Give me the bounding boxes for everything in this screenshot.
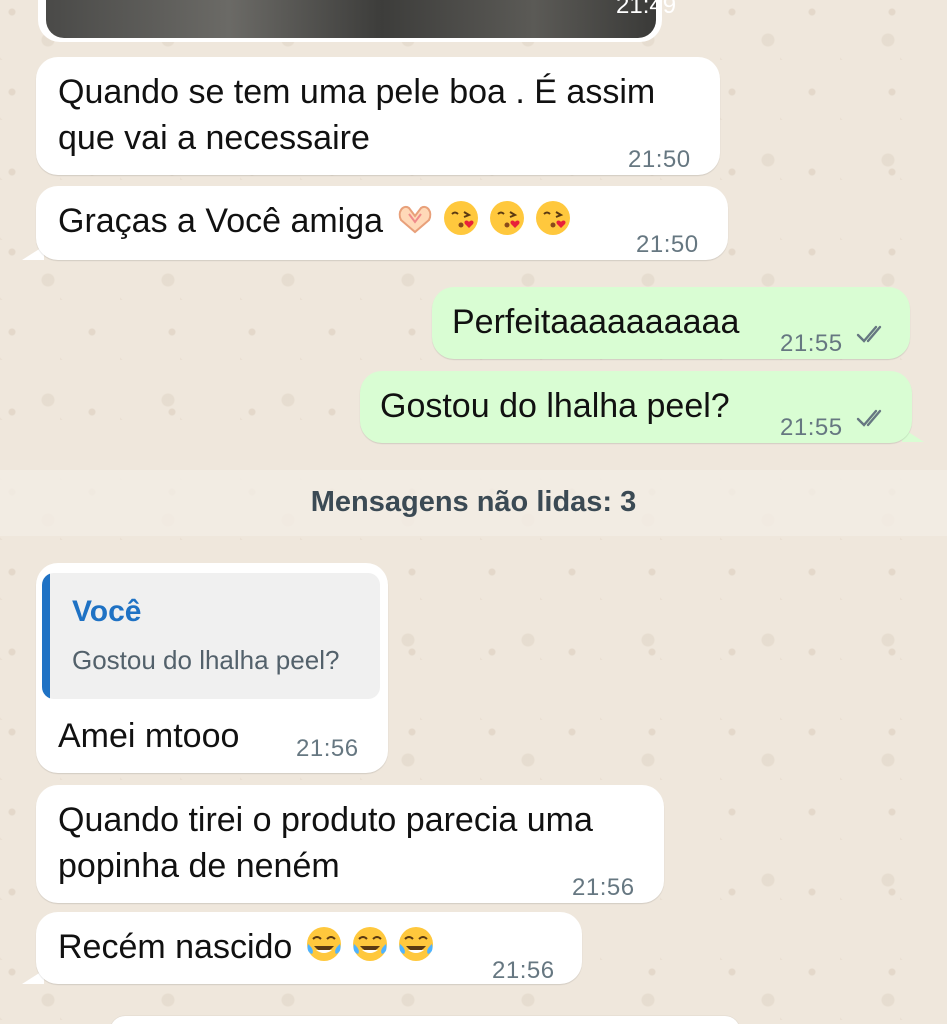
message-text-line: popinha de neném — [58, 847, 340, 885]
message-text: Recém nascido — [58, 924, 436, 970]
image-message-time: 21:49 — [616, 0, 677, 19]
incoming-message[interactable]: Quando tirei o produto parecia uma popin… — [36, 785, 664, 903]
outgoing-message[interactable]: Gostou do lhalha peel? 21:55 — [360, 371, 912, 443]
double-check-icon — [856, 325, 882, 343]
message-text: Perfeitaaaaaaaaaa — [452, 303, 740, 341]
message-time: 21:56 — [492, 957, 555, 984]
heart-hands-emoji — [398, 206, 432, 234]
message-text-line: que vai a necessaire — [58, 119, 370, 157]
tears-of-joy-emoji — [307, 927, 342, 961]
message-text-line: Quando se tem uma pele boa . É assim — [58, 73, 656, 111]
quote-accent-bar — [42, 573, 50, 699]
quoted-text: Gostou do lhalha peel? — [72, 645, 340, 675]
incoming-message[interactable]: Quando se tem uma pele boa . É assim que… — [36, 57, 720, 175]
message-text: Graças a Você amiga — [58, 198, 573, 244]
quoted-reply[interactable]: Você Gostou do lhalha peel? — [42, 573, 380, 699]
message-text-content: Graças a Você amiga — [58, 202, 384, 240]
image-thumbnail[interactable]: 21:49 — [46, 0, 676, 38]
message-time: 21:55 — [780, 330, 843, 357]
message-time: 21:56 — [296, 735, 359, 762]
incoming-message[interactable]: Recém nascido 21:56 — [36, 912, 582, 984]
message-time: 21:56 — [572, 874, 635, 901]
kissing-heart-emoji — [536, 201, 571, 235]
tears-of-joy-emoji — [353, 927, 388, 961]
kissing-heart-emoji — [490, 201, 525, 235]
message-text-content: Recém nascido — [58, 928, 293, 966]
message-time: 21:50 — [636, 231, 699, 258]
kissing-heart-emoji — [444, 201, 479, 235]
message-text-line: Quando tirei o produto parecia uma — [58, 801, 593, 839]
unread-divider-label: Mensagens não lidas: 3 — [310, 486, 637, 518]
tears-of-joy-emoji — [399, 927, 434, 961]
message-time: 21:55 — [780, 414, 843, 441]
message-text: Gostou do lhalha peel? — [380, 387, 730, 425]
double-check-icon — [856, 409, 882, 427]
message-text: Amei mtooo — [58, 717, 240, 755]
quoted-author: Você — [72, 595, 142, 628]
outgoing-message[interactable]: Perfeitaaaaaaaaaa 21:55 — [432, 287, 910, 359]
incoming-message[interactable]: Graças a Você amiga 21:50 — [36, 186, 728, 260]
bottom-partial-element[interactable] — [110, 1016, 740, 1024]
message-time: 21:50 — [628, 146, 691, 173]
